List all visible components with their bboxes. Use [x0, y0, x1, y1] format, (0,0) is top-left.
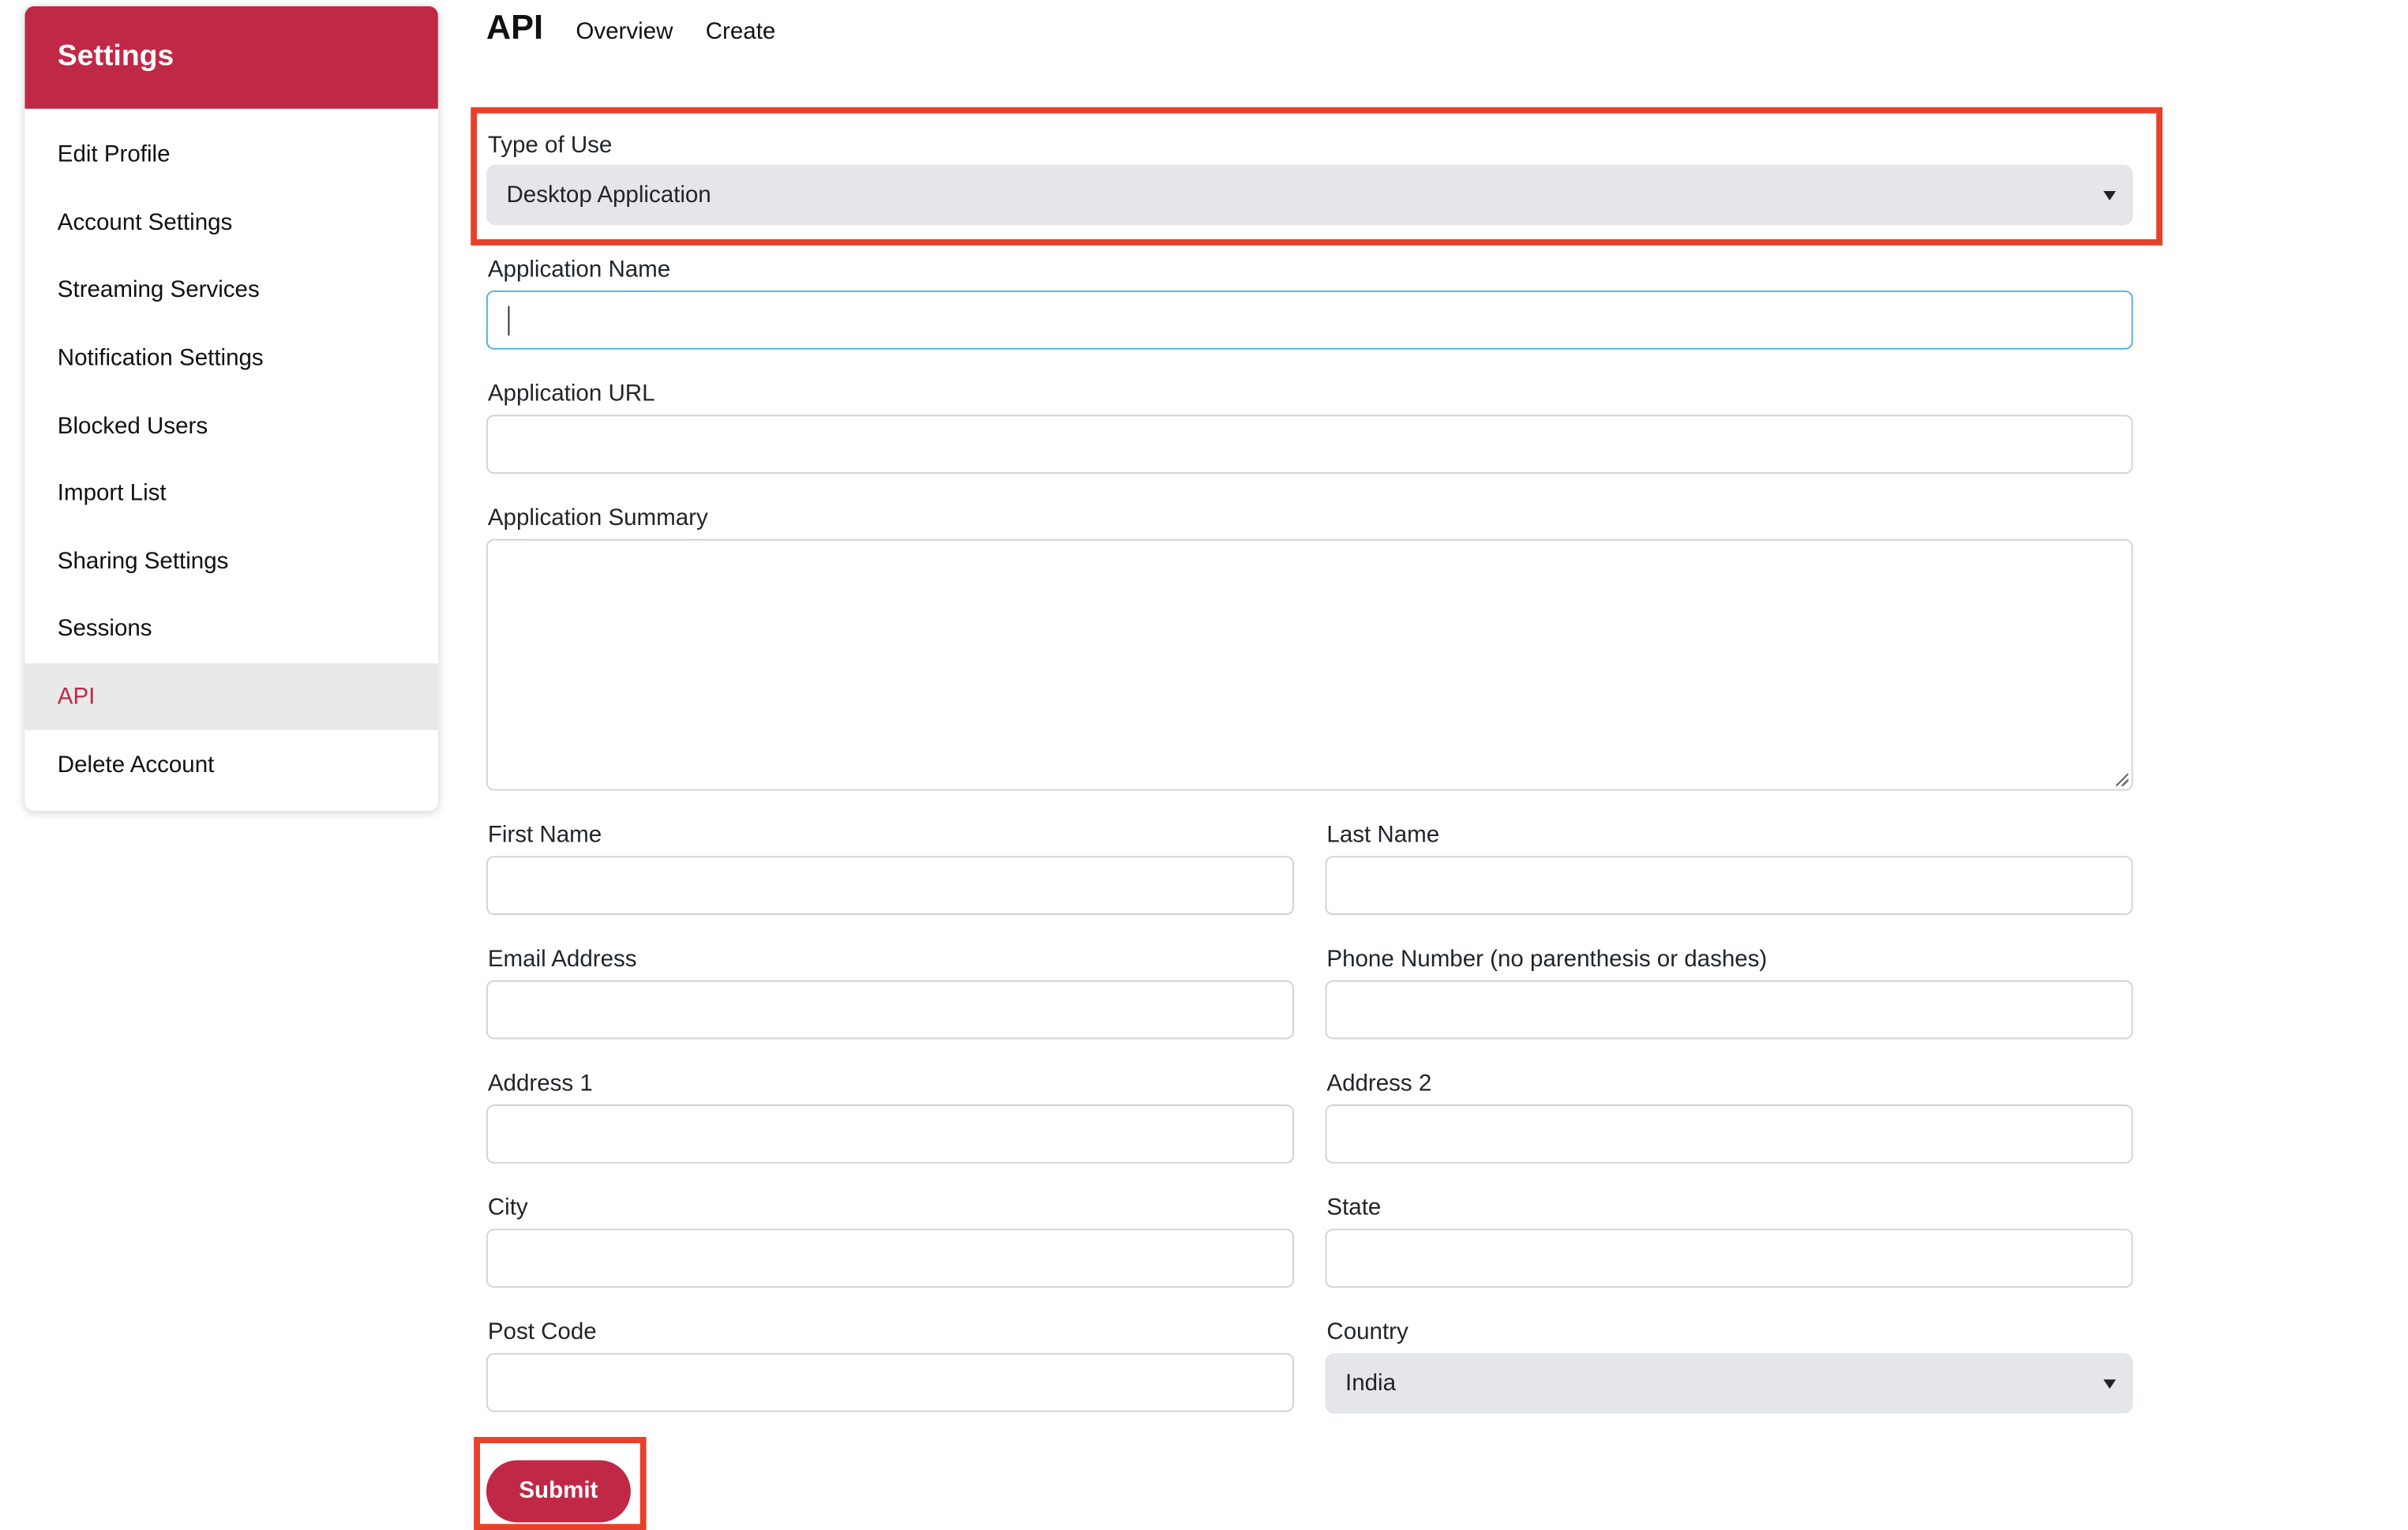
- type-of-use-value: Desktop Application: [506, 182, 711, 208]
- phone-label: Phone Number (no parenthesis or dashes): [1326, 946, 1768, 973]
- chevron-down-icon: [2103, 1378, 2117, 1389]
- sidebar-title: Settings: [24, 6, 438, 109]
- city-label: City: [487, 1194, 528, 1221]
- sidebar-item-notification-settings[interactable]: Notification Settings: [24, 324, 437, 392]
- sidebar-item-import-list[interactable]: Import List: [24, 459, 437, 527]
- sidebar-item-account-settings[interactable]: Account Settings: [24, 189, 437, 257]
- sidebar-menu: Edit Profile Account Settings Streaming …: [24, 109, 438, 799]
- overview-link[interactable]: Overview: [576, 19, 673, 45]
- sidebar-item-sharing-settings[interactable]: Sharing Settings: [24, 527, 437, 595]
- type-of-use-select[interactable]: Desktop Application: [486, 164, 2133, 226]
- chevron-down-icon: [2103, 190, 2117, 200]
- application-name-label: Application Name: [487, 256, 671, 283]
- first-name-label: First Name: [487, 821, 602, 849]
- city-input[interactable]: [486, 1228, 1295, 1288]
- address1-input[interactable]: [486, 1104, 1295, 1164]
- first-name-input[interactable]: [486, 856, 1295, 915]
- email-label: Email Address: [487, 946, 637, 973]
- type-of-use-label: Type of Use: [487, 132, 613, 159]
- page-header: API Overview Create: [486, 8, 808, 58]
- post-code-input[interactable]: [486, 1352, 1295, 1412]
- page-title: API: [486, 7, 544, 47]
- settings-sidebar: Settings Edit Profile Account Settings S…: [24, 6, 438, 812]
- last-name-label: Last Name: [1326, 821, 1440, 849]
- last-name-input[interactable]: [1325, 856, 2133, 915]
- page: Settings Edit Profile Account Settings S…: [0, 0, 2408, 1530]
- sidebar-item-streaming-services[interactable]: Streaming Services: [24, 257, 437, 324]
- email-input[interactable]: [486, 980, 1295, 1040]
- address2-label: Address 2: [1326, 1070, 1432, 1097]
- country-select[interactable]: India: [1325, 1352, 2133, 1414]
- sidebar-item-sessions[interactable]: Sessions: [24, 595, 437, 663]
- text-cursor: [508, 306, 510, 336]
- submit-button[interactable]: Submit: [486, 1460, 631, 1523]
- sidebar-item-api[interactable]: API: [24, 662, 438, 731]
- application-url-label: Application URL: [487, 381, 655, 407]
- address1-label: Address 1: [487, 1070, 593, 1097]
- address2-input[interactable]: [1325, 1104, 2133, 1164]
- state-input[interactable]: [1325, 1228, 2133, 1288]
- sidebar-item-blocked-users[interactable]: Blocked Users: [24, 392, 437, 460]
- post-code-label: Post Code: [487, 1318, 597, 1346]
- sidebar-item-delete-account[interactable]: Delete Account: [24, 730, 437, 798]
- application-summary-textarea[interactable]: [486, 538, 2133, 791]
- application-url-input[interactable]: [486, 414, 2133, 474]
- phone-input[interactable]: [1325, 980, 2133, 1040]
- state-label: State: [1326, 1194, 1382, 1221]
- application-name-input[interactable]: [486, 290, 2133, 350]
- create-link[interactable]: Create: [706, 19, 776, 45]
- resize-handle-icon[interactable]: [2116, 773, 2129, 786]
- application-summary-label: Application Summary: [487, 504, 708, 531]
- country-label: Country: [1326, 1318, 1408, 1346]
- sidebar-item-edit-profile[interactable]: Edit Profile: [24, 121, 437, 189]
- country-value: India: [1345, 1370, 1397, 1397]
